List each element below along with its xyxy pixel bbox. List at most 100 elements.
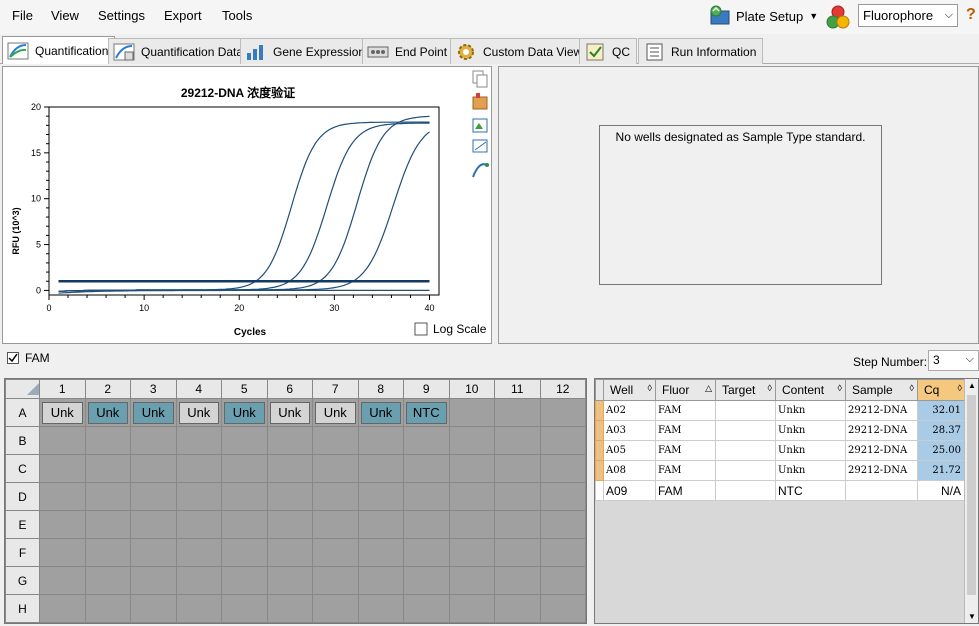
plate-well[interactable]	[39, 426, 86, 455]
plate-well[interactable]	[357, 566, 404, 595]
plate-well[interactable]	[494, 454, 541, 483]
plate-column-header[interactable]: 7	[312, 379, 359, 399]
tab-quantification[interactable]: Quantification	[2, 36, 116, 64]
table-row[interactable]: A05 FAM Unkn 29212-DNA 25.00	[595, 440, 966, 461]
col-header-target[interactable]: Target ◊	[715, 379, 776, 401]
fam-checkbox[interactable]	[7, 352, 19, 364]
plate-well[interactable]	[175, 566, 222, 595]
log-scale-checkbox[interactable]	[414, 322, 428, 336]
plate-well[interactable]	[448, 454, 495, 483]
plate-well[interactable]	[494, 426, 541, 455]
plate-well[interactable]	[357, 426, 404, 455]
plate-well[interactable]	[539, 454, 586, 483]
plate-well[interactable]	[266, 454, 313, 483]
menu-view[interactable]: View	[51, 8, 79, 23]
tab-quantification-data[interactable]: Quantification Data	[108, 38, 251, 64]
results-scrollbar[interactable]: ▲ ▼	[964, 379, 978, 623]
plate-well[interactable]	[130, 538, 177, 567]
col-header-content[interactable]: Content ◊	[775, 379, 846, 401]
plate-well[interactable]	[494, 566, 541, 595]
plate-well[interactable]	[266, 566, 313, 595]
table-row[interactable]: A08 FAM Unkn 29212-DNA 21.72	[595, 460, 966, 481]
plate-well[interactable]	[84, 510, 131, 539]
tab-gene-expression[interactable]: Gene Expression	[240, 38, 373, 64]
plate-well[interactable]	[494, 538, 541, 567]
scroll-down-icon[interactable]: ▼	[968, 612, 976, 621]
plate-well[interactable]	[448, 510, 495, 539]
plate-well[interactable]: Unk	[84, 398, 131, 427]
help-icon[interactable]: ?	[966, 6, 976, 24]
plate-well[interactable]	[539, 566, 586, 595]
plate-well[interactable]	[39, 482, 86, 511]
plate-well[interactable]	[175, 426, 222, 455]
plate-well[interactable]: NTC	[403, 398, 450, 427]
plate-well[interactable]	[221, 454, 268, 483]
plate-well[interactable]	[130, 594, 177, 623]
plate-well[interactable]	[84, 426, 131, 455]
plate-well[interactable]	[539, 594, 586, 623]
scroll-thumb[interactable]	[967, 395, 976, 595]
row-selector[interactable]	[595, 400, 604, 421]
plate-well[interactable]	[403, 594, 450, 623]
plate-column-header[interactable]: 11	[494, 379, 541, 399]
plate-well[interactable]	[312, 454, 359, 483]
plate-well[interactable]	[175, 454, 222, 483]
plate-column-header[interactable]: 3	[130, 379, 177, 399]
plate-corner[interactable]	[5, 379, 40, 399]
menu-settings[interactable]: Settings	[98, 8, 145, 23]
plate-well[interactable]	[357, 594, 404, 623]
plate-well[interactable]	[539, 426, 586, 455]
plate-column-header[interactable]: 4	[175, 379, 222, 399]
plate-well[interactable]: Unk	[266, 398, 313, 427]
zoom-chart-icon[interactable]	[472, 139, 488, 153]
table-row[interactable]: A03 FAM Unkn 29212-DNA 28.37	[595, 420, 966, 441]
plate-well[interactable]: Unk	[357, 398, 404, 427]
col-header-well[interactable]: Well ◊	[603, 379, 656, 401]
plate-well[interactable]	[403, 510, 450, 539]
col-header-sample[interactable]: Sample ◊	[845, 379, 918, 401]
col-header-fluor[interactable]: Fluor △	[655, 379, 716, 401]
row-selector[interactable]	[595, 420, 604, 441]
menu-file[interactable]: File	[12, 8, 33, 23]
plate-well[interactable]	[403, 454, 450, 483]
plate-well[interactable]	[130, 426, 177, 455]
plate-row-header[interactable]: F	[5, 538, 40, 567]
plate-well[interactable]	[221, 482, 268, 511]
tab-qc[interactable]: QC	[579, 38, 637, 64]
plate-row-header[interactable]: G	[5, 566, 40, 595]
chart-options-icon[interactable]	[472, 163, 489, 178]
plate-well[interactable]	[84, 454, 131, 483]
plate-well[interactable]	[312, 482, 359, 511]
plate-well[interactable]	[130, 454, 177, 483]
tab-end-point[interactable]: End Point	[362, 38, 455, 64]
plate-column-header[interactable]: 10	[448, 379, 495, 399]
plate-row-header[interactable]: C	[5, 454, 40, 483]
plate-well[interactable]	[494, 510, 541, 539]
plate-well[interactable]	[39, 538, 86, 567]
plate-well[interactable]	[448, 594, 495, 623]
plate-well[interactable]	[448, 426, 495, 455]
plate-well[interactable]	[357, 510, 404, 539]
plate-well[interactable]	[175, 538, 222, 567]
plate-well[interactable]	[39, 566, 86, 595]
plate-well[interactable]	[448, 398, 495, 427]
plate-well[interactable]	[84, 594, 131, 623]
plate-well[interactable]	[221, 538, 268, 567]
plate-well[interactable]	[39, 454, 86, 483]
plate-well[interactable]	[221, 510, 268, 539]
table-row[interactable]: A09 FAM NTC N/A	[595, 480, 966, 501]
scroll-up-icon[interactable]: ▲	[968, 381, 976, 390]
plate-row-header[interactable]: H	[5, 594, 40, 623]
step-number-select[interactable]: 3 ⌵	[928, 350, 979, 371]
plate-well[interactable]	[130, 510, 177, 539]
plate-well[interactable]	[448, 538, 495, 567]
plate-well[interactable]	[403, 566, 450, 595]
plate-well[interactable]	[539, 482, 586, 511]
plate-well[interactable]	[130, 482, 177, 511]
plate-well[interactable]	[84, 482, 131, 511]
plate-column-header[interactable]: 5	[221, 379, 268, 399]
save-image-icon[interactable]	[472, 118, 488, 133]
plate-well[interactable]	[221, 594, 268, 623]
plate-well[interactable]	[448, 566, 495, 595]
plate-row-header[interactable]: A	[5, 398, 40, 427]
